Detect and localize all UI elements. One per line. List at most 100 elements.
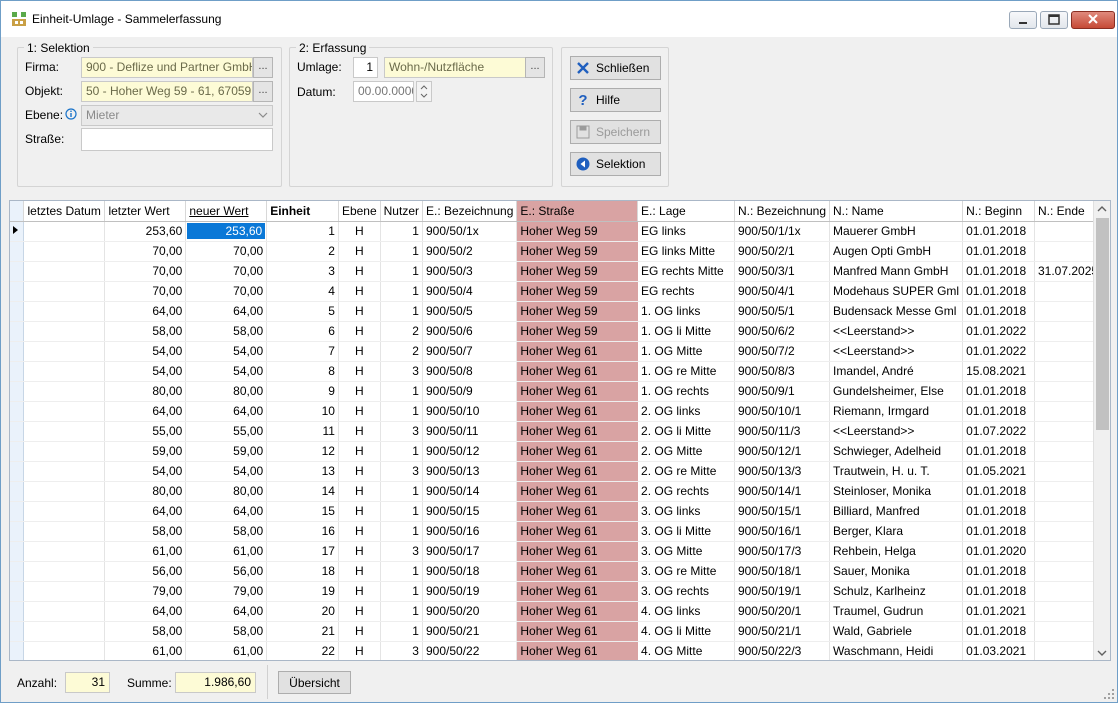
datum-input[interactable]: 00.00.0000 [353, 81, 414, 102]
cell-neuer-wert[interactable]: 64,00 [185, 401, 268, 422]
info-icon[interactable] [65, 108, 77, 120]
scroll-down-icon[interactable] [1097, 649, 1107, 657]
ebene-select[interactable]: Mieter [81, 105, 273, 126]
cell-neuer-wert[interactable]: 59,00 [185, 441, 268, 462]
row-indicator[interactable] [10, 381, 25, 402]
col-header-ebene[interactable]: Ebene [338, 201, 381, 222]
cell-neuer-wert[interactable]: 80,00 [185, 481, 268, 502]
row-indicator[interactable] [10, 401, 25, 422]
cell-neuer-wert[interactable]: 79,00 [185, 581, 268, 602]
row-indicator[interactable] [10, 341, 25, 362]
minimize-button[interactable] [1009, 11, 1037, 29]
row-indicator[interactable] [10, 501, 25, 522]
row-indicator[interactable] [10, 641, 25, 660]
scrollbar-thumb[interactable] [1096, 218, 1109, 430]
col-header-n-beginn[interactable]: N.: Beginn [962, 201, 1035, 222]
vertical-scrollbar[interactable] [1093, 201, 1110, 660]
cell-neuer-wert[interactable]: 54,00 [185, 341, 268, 362]
col-header-n-bezeichnung[interactable]: N.: Bezeichnung [734, 201, 831, 222]
table-row[interactable]: 54,00 54,00 13 H 3 900/50/13 Hoher Weg 61 2. OG… [10, 461, 1110, 482]
row-indicator[interactable] [10, 601, 25, 622]
col-header-e-bezeichnung[interactable]: E.: Bezeichnung [422, 201, 518, 222]
table-row[interactable]: 64,00 64,00 15 H 1 900/50/15 Hoher Weg 61 3. OG… [10, 501, 1110, 522]
col-header-nutzer[interactable]: Nutzer [380, 201, 423, 222]
col-header-e-lage[interactable]: E.: Lage [637, 201, 735, 222]
table-row[interactable]: 80,00 80,00 9 H 1 900/50/9 Hoher Weg 61 1. OG r… [10, 381, 1110, 402]
cell-neuer-wert[interactable]: 64,00 [185, 301, 268, 322]
cell-neuer-wert[interactable]: 70,00 [185, 241, 268, 262]
cell-neuer-wert[interactable]: 56,00 [185, 561, 268, 582]
cell-neuer-wert[interactable]: 61,00 [185, 541, 268, 562]
cell-neuer-wert[interactable]: 253,60 [185, 221, 268, 242]
table-row[interactable]: 64,00 64,00 20 H 1 900/50/20 Hoher Weg 61 4. OG… [10, 601, 1110, 622]
speichern-button[interactable]: Speichern [570, 120, 661, 144]
table-row[interactable]: 61,00 61,00 22 H 3 900/50/22 Hoher Weg 61 4. OG… [10, 641, 1110, 660]
schliessen-button[interactable]: Schließen [570, 56, 661, 80]
strasse-input[interactable] [81, 128, 273, 151]
hilfe-button[interactable]: ? Hilfe [570, 88, 661, 112]
row-indicator[interactable] [10, 441, 25, 462]
objekt-field[interactable]: 50 - Hoher Weg 59 - 61, 67059 L [81, 81, 253, 102]
table-row[interactable]: 58,00 58,00 16 H 1 900/50/16 Hoher Weg 61 3. OG… [10, 521, 1110, 542]
table-row[interactable]: 61,00 61,00 17 H 3 900/50/17 Hoher Weg 61 3. OG… [10, 541, 1110, 562]
table-row[interactable]: 58,00 58,00 21 H 1 900/50/21 Hoher Weg 61 4. OG… [10, 621, 1110, 642]
row-indicator[interactable] [10, 321, 25, 342]
umlage-number-input[interactable]: 1 [353, 57, 378, 78]
cell-neuer-wert[interactable]: 61,00 [185, 641, 268, 660]
firma-browse-button[interactable]: ... [253, 57, 273, 78]
table-row[interactable]: 253,60 253,60 1 H 1 900/50/1x Hoher Weg 59 EG l… [10, 221, 1110, 242]
table-row[interactable]: 70,00 70,00 2 H 1 900/50/2 Hoher Weg 59 EG link… [10, 241, 1110, 262]
row-indicator[interactable] [10, 281, 25, 302]
cell-neuer-wert[interactable]: 70,00 [185, 261, 268, 282]
table-row[interactable]: 55,00 55,00 11 H 3 900/50/11 Hoher Weg 61 2. OG… [10, 421, 1110, 442]
col-header-letztes-datum[interactable]: letztes Datum [23, 201, 106, 222]
cell-neuer-wert[interactable]: 58,00 [185, 521, 268, 542]
firma-field[interactable]: 900 - Deflize und Partner GmbH [81, 57, 253, 78]
table-row[interactable]: 56,00 56,00 18 H 1 900/50/18 Hoher Weg 61 3. OG… [10, 561, 1110, 582]
table-row[interactable]: 70,00 70,00 4 H 1 900/50/4 Hoher Weg 59 EG rech… [10, 281, 1110, 302]
table-row[interactable]: 70,00 70,00 3 H 1 900/50/3 Hoher Weg 59 EG rech… [10, 261, 1110, 282]
table-row[interactable]: 58,00 58,00 6 H 2 900/50/6 Hoher Weg 59 1. OG l… [10, 321, 1110, 342]
maximize-button[interactable] [1040, 11, 1068, 29]
umlage-field[interactable]: Wohn-/Nutzfläche [384, 57, 526, 78]
col-header-letzter-wert[interactable]: letzter Wert [104, 201, 187, 222]
row-indicator[interactable] [10, 241, 25, 262]
cell-neuer-wert[interactable]: 58,00 [185, 321, 268, 342]
cell-neuer-wert[interactable]: 70,00 [185, 281, 268, 302]
table-row[interactable]: 54,00 54,00 7 H 2 900/50/7 Hoher Weg 61 1. OG M… [10, 341, 1110, 362]
row-indicator[interactable] [10, 261, 25, 282]
active-edit-cell[interactable]: 253,60 [187, 223, 266, 239]
table-row[interactable]: 64,00 64,00 5 H 1 900/50/5 Hoher Weg 59 1. OG l… [10, 301, 1110, 322]
cell-neuer-wert[interactable]: 58,00 [185, 621, 268, 642]
cell-neuer-wert[interactable]: 80,00 [185, 381, 268, 402]
table-row[interactable]: 59,00 59,00 12 H 1 900/50/12 Hoher Weg 61 2. OG… [10, 441, 1110, 462]
cell-neuer-wert[interactable]: 55,00 [185, 421, 268, 442]
col-header-e-strasse[interactable]: E.: Straße [516, 201, 639, 222]
row-indicator[interactable] [10, 221, 25, 242]
row-indicator[interactable] [10, 561, 25, 582]
uebersicht-button[interactable]: Übersicht [278, 671, 351, 694]
table-row[interactable]: 64,00 64,00 10 H 1 900/50/10 Hoher Weg 61 2. OG… [10, 401, 1110, 422]
row-indicator[interactable] [10, 301, 25, 322]
resize-grip-icon[interactable] [1103, 688, 1115, 700]
table-row[interactable]: 79,00 79,00 19 H 1 900/50/19 Hoher Weg 61 3. OG… [10, 581, 1110, 602]
selektion-button[interactable]: Selektion [570, 152, 661, 176]
row-indicator[interactable] [10, 521, 25, 542]
datum-spinner[interactable] [416, 81, 432, 102]
objekt-browse-button[interactable]: ... [253, 81, 273, 102]
col-header-einheit[interactable]: Einheit [266, 201, 339, 222]
col-header-n-name[interactable]: N.: Name [829, 201, 964, 222]
table-row[interactable]: 80,00 80,00 14 H 1 900/50/14 Hoher Weg 61 2. OG… [10, 481, 1110, 502]
cell-neuer-wert[interactable]: 54,00 [185, 461, 268, 482]
table-row[interactable]: 54,00 54,00 8 H 3 900/50/8 Hoher Weg 61 1. OG r… [10, 361, 1110, 382]
row-indicator[interactable] [10, 461, 25, 482]
row-indicator[interactable] [10, 621, 25, 642]
row-indicator[interactable] [10, 361, 25, 382]
scroll-up-icon[interactable] [1097, 205, 1107, 213]
close-button[interactable] [1071, 11, 1115, 29]
row-indicator[interactable] [10, 481, 25, 502]
cell-neuer-wert[interactable]: 64,00 [185, 601, 268, 622]
cell-neuer-wert[interactable]: 54,00 [185, 361, 268, 382]
umlage-browse-button[interactable]: ... [525, 57, 545, 78]
row-indicator[interactable] [10, 541, 25, 562]
